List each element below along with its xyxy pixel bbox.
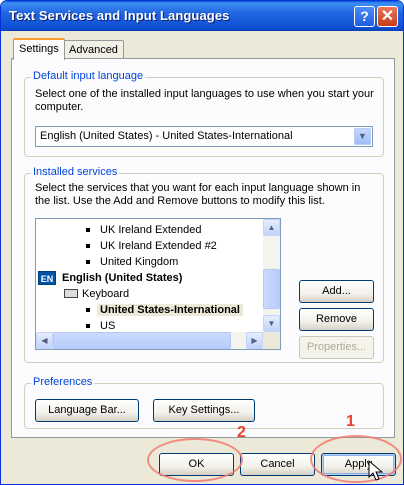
horizontal-scrollbar[interactable]: ◀ ▶: [36, 332, 280, 349]
close-button[interactable]: ✕: [377, 6, 398, 27]
list-item-language[interactable]: EN English (United States): [38, 270, 182, 286]
keyboard-icon: [64, 289, 78, 298]
horizontal-scroll-thumb[interactable]: [53, 332, 231, 349]
tab-settings[interactable]: Settings: [13, 38, 65, 60]
default-language-select[interactable]: English (United States) - United States-…: [35, 126, 373, 147]
annotation-circle-ok: [147, 438, 243, 482]
add-button[interactable]: Add...: [299, 280, 374, 303]
scroll-left-icon[interactable]: ◀: [36, 332, 53, 349]
list-item-selected[interactable]: United States-International: [86, 302, 243, 318]
vertical-scrollbar[interactable]: ▲ ▼: [263, 219, 280, 332]
annotation-number-2: 2: [237, 424, 246, 441]
annotation-number-1: 1: [346, 413, 355, 430]
list-item-category[interactable]: Keyboard: [64, 286, 129, 302]
installed-services-group: Installed services Select the services t…: [24, 166, 384, 363]
scroll-up-icon[interactable]: ▲: [263, 219, 280, 236]
language-badge-icon: EN: [38, 271, 56, 285]
cancel-button[interactable]: Cancel: [240, 453, 315, 476]
title-bar[interactable]: Text Services and Input Languages ? ✕: [1, 1, 403, 31]
bullet-icon: [86, 324, 90, 328]
default-language-description: Select one of the installed input langua…: [35, 88, 374, 113]
annotation-circle-apply: [310, 435, 402, 483]
properties-button[interactable]: Properties...: [299, 336, 374, 359]
bullet-icon: [86, 308, 90, 312]
bullet-icon: [86, 244, 90, 248]
scrollbar-corner: [263, 332, 280, 349]
key-settings-button[interactable]: Key Settings...: [153, 399, 255, 422]
default-language-group: Default input language Select one of the…: [24, 70, 384, 157]
default-language-value: English (United States) - United States-…: [40, 130, 293, 142]
remove-button[interactable]: Remove: [299, 308, 374, 331]
preferences-group: Preferences Language Bar... Key Settings…: [24, 376, 384, 429]
bullet-icon: [86, 228, 90, 232]
installed-services-label: Installed services: [31, 166, 120, 178]
scroll-right-icon[interactable]: ▶: [246, 332, 263, 349]
list-item[interactable]: United Kingdom: [86, 254, 178, 270]
language-bar-button[interactable]: Language Bar...: [35, 399, 139, 422]
list-item[interactable]: UK Ireland Extended #2: [86, 238, 217, 254]
chevron-down-icon[interactable]: ▼: [354, 128, 371, 145]
vertical-scroll-thumb[interactable]: [263, 269, 280, 309]
default-language-label: Default input language: [31, 70, 146, 82]
preferences-label: Preferences: [31, 376, 95, 388]
services-tree[interactable]: UK Ireland Extended UK Ireland Extended …: [35, 218, 281, 350]
mouse-pointer-icon: [368, 460, 384, 481]
dialog-window: Text Services and Input Languages ? ✕ Se…: [0, 0, 404, 485]
scroll-down-icon[interactable]: ▼: [263, 315, 280, 332]
help-button[interactable]: ?: [354, 6, 375, 27]
installed-services-description: Select the services that you want for ea…: [35, 182, 361, 207]
tab-advanced[interactable]: Advanced: [63, 40, 124, 60]
window-title: Text Services and Input Languages: [9, 8, 230, 23]
list-item[interactable]: UK Ireland Extended: [86, 222, 202, 238]
bullet-icon: [86, 260, 90, 264]
settings-panel: Default input language Select one of the…: [11, 58, 395, 438]
